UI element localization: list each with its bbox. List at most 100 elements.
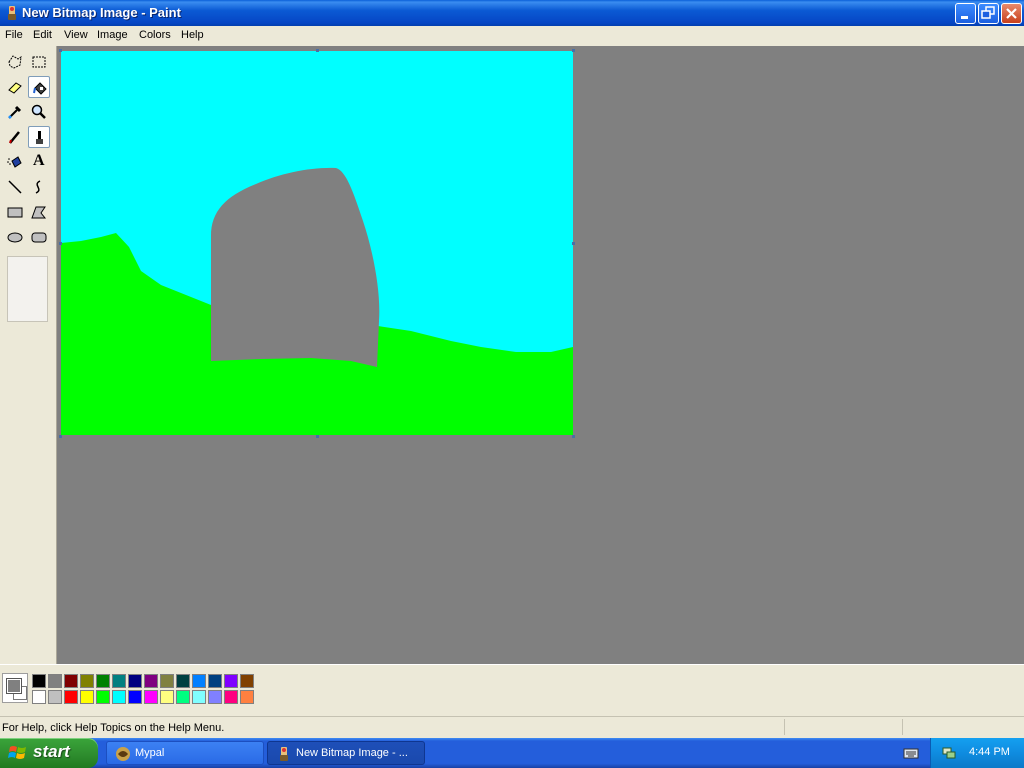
start-label: start [33, 742, 70, 761]
taskbar-item-label: Mypal [135, 747, 165, 759]
color-swatch[interactable] [240, 674, 254, 688]
status-bar: For Help, click Help Topics on the Help … [0, 716, 1024, 738]
status-divider [902, 719, 903, 735]
color-swatch[interactable] [224, 690, 238, 704]
minimize-button[interactable] [955, 3, 976, 24]
color-swatch[interactable] [96, 674, 110, 688]
tool-line[interactable] [4, 176, 26, 198]
color-swatch[interactable] [48, 674, 62, 688]
network-icon[interactable] [941, 745, 957, 761]
color-swatch[interactable] [240, 690, 254, 704]
airbrush-icon [7, 156, 22, 168]
current-colors[interactable] [2, 673, 28, 703]
drawing-canvas[interactable] [61, 51, 573, 435]
tool-free-form-select[interactable] [4, 51, 26, 73]
foreground-color [6, 678, 22, 694]
tool-pick-color[interactable] [4, 101, 26, 123]
close-button[interactable] [1001, 3, 1022, 24]
color-swatch[interactable] [192, 674, 206, 688]
status-help-text: For Help, click Help Topics on the Help … [2, 722, 225, 734]
color-swatch[interactable] [112, 690, 126, 704]
brush-icon [36, 131, 43, 144]
tool-ellipse[interactable] [4, 226, 26, 248]
color-swatch[interactable] [64, 690, 78, 704]
resize-handle-bottom-left [59, 435, 62, 438]
paint-bucket-icon [33, 82, 47, 95]
color-swatch[interactable] [32, 690, 46, 704]
tool-curve[interactable] [28, 176, 50, 198]
pencil-icon [9, 131, 20, 144]
resize-handle-right[interactable] [572, 242, 575, 245]
color-swatch[interactable] [208, 674, 222, 688]
start-button[interactable]: start [0, 738, 98, 768]
color-swatch[interactable] [48, 690, 62, 704]
tool-eraser[interactable] [4, 76, 26, 98]
tool-magnifier[interactable] [28, 101, 50, 123]
color-swatch[interactable] [80, 690, 94, 704]
window-title: New Bitmap Image - Paint [22, 5, 181, 20]
canvas-drawing [61, 51, 573, 435]
tool-text[interactable]: A [28, 151, 50, 173]
mypal-browser-icon [116, 747, 130, 761]
color-swatch[interactable] [144, 690, 158, 704]
color-swatch[interactable] [160, 674, 174, 688]
tool-brush[interactable] [28, 126, 50, 148]
menu-view[interactable]: View [61, 28, 91, 42]
taskbar: start Mypal New Bitmap Image - ... 4:44 … [0, 738, 1024, 768]
resize-handle-left [59, 242, 62, 245]
tool-box: A [0, 46, 57, 664]
color-swatch[interactable] [176, 690, 190, 704]
windows-logo-icon [8, 746, 26, 759]
polygon-icon [31, 206, 47, 219]
menu-colors[interactable]: Colors [136, 28, 174, 42]
rounded-rectangle-icon [31, 232, 47, 243]
minimize-icon [961, 16, 968, 19]
color-swatch[interactable] [208, 690, 222, 704]
menu-bar: File Edit View Image Colors Help [0, 26, 1024, 46]
color-swatch[interactable] [128, 674, 142, 688]
menu-image[interactable]: Image [94, 28, 131, 42]
tool-pencil[interactable] [4, 126, 26, 148]
resize-handle-top-left [59, 49, 62, 52]
color-swatch[interactable] [176, 674, 190, 688]
color-swatch[interactable] [144, 674, 158, 688]
restore-icon [981, 6, 995, 19]
tool-rounded-rectangle[interactable] [28, 226, 50, 248]
taskbar-item-label: New Bitmap Image - ... [296, 747, 408, 759]
tool-rectangle[interactable] [4, 201, 26, 223]
color-swatch[interactable] [128, 690, 142, 704]
restore-button[interactable] [978, 3, 999, 24]
resize-handle-top [316, 49, 319, 52]
menu-edit[interactable]: Edit [30, 28, 55, 42]
tool-airbrush[interactable] [4, 151, 26, 173]
color-swatch[interactable] [32, 674, 46, 688]
color-swatch[interactable] [160, 690, 174, 704]
color-swatch[interactable] [96, 690, 110, 704]
status-divider [784, 719, 785, 735]
tool-fill-with-color[interactable] [28, 76, 50, 98]
line-icon [8, 180, 22, 194]
rectangle-icon [7, 207, 23, 218]
clock[interactable]: 4:44 PM [969, 746, 1010, 758]
color-swatch[interactable] [224, 674, 238, 688]
color-swatch[interactable] [64, 674, 78, 688]
resize-handle-top-right [572, 49, 575, 52]
title-bar[interactable]: New Bitmap Image - Paint [0, 0, 1024, 26]
color-swatch[interactable] [80, 674, 94, 688]
taskbar-item-mypal[interactable]: Mypal [106, 741, 264, 765]
free-form-select-icon [8, 55, 22, 69]
color-swatch[interactable] [192, 690, 206, 704]
resize-handle-bottom[interactable] [316, 435, 319, 438]
curve-icon [35, 180, 41, 194]
tool-select[interactable] [28, 51, 50, 73]
menu-file[interactable]: File [2, 28, 26, 42]
resize-handle-bottom-right[interactable] [572, 435, 575, 438]
taskbar-item-paint[interactable]: New Bitmap Image - ... [267, 741, 425, 765]
color-box [0, 664, 1024, 714]
tool-options-box[interactable] [7, 256, 48, 322]
paint-app-icon [8, 6, 16, 20]
keyboard-icon[interactable] [903, 746, 919, 760]
tool-polygon[interactable] [28, 201, 50, 223]
color-swatch[interactable] [112, 674, 126, 688]
menu-help[interactable]: Help [178, 28, 207, 42]
